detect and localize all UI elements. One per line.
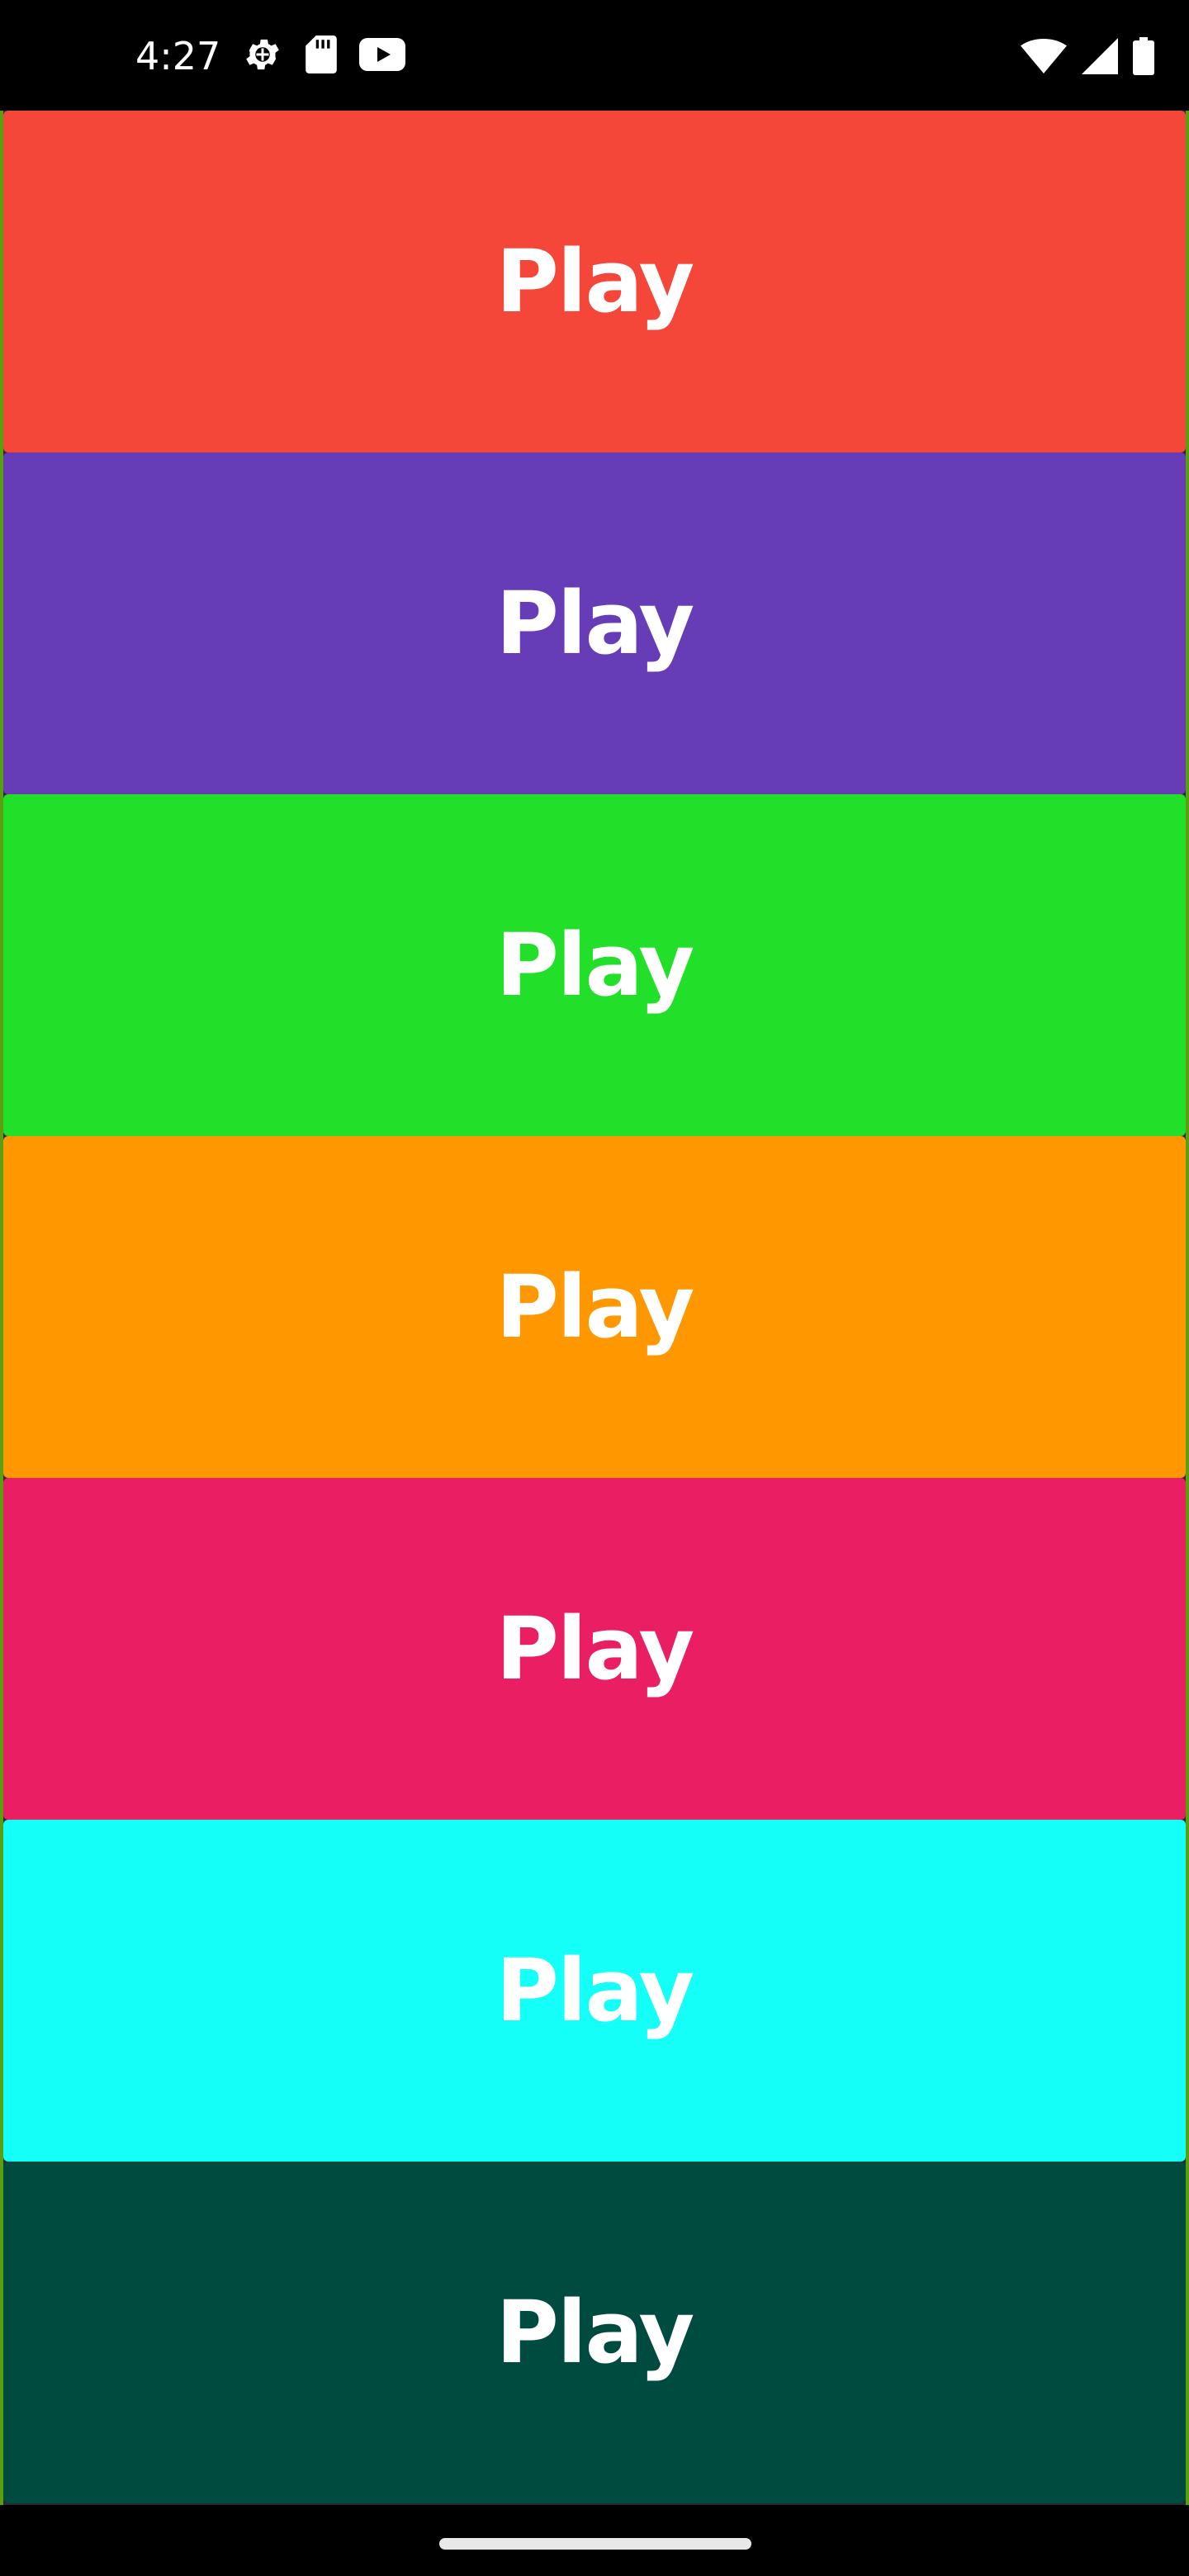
wifi-icon <box>1021 38 1067 78</box>
play-button[interactable]: Play <box>3 1820 1186 2162</box>
app-screen: 4:27 Play Play Play Play Play Play Play <box>0 0 1189 2576</box>
play-button-label: Play <box>495 2282 695 2383</box>
play-button[interactable]: Play <box>3 111 1186 452</box>
status-bar-left: 4:27 <box>135 30 427 83</box>
play-button-label: Play <box>495 1940 695 2041</box>
play-button-list: Play Play Play Play Play Play Play <box>0 111 1189 2505</box>
youtube-icon <box>359 37 406 75</box>
play-button[interactable]: Play <box>3 2162 1186 2503</box>
cell-signal-icon <box>1082 37 1118 78</box>
status-bar: 4:27 <box>0 0 1189 111</box>
play-button[interactable]: Play <box>3 1478 1186 1820</box>
navigation-bar <box>0 2505 1189 2576</box>
sd-card-icon <box>305 35 338 78</box>
play-button[interactable]: Play <box>3 794 1186 1136</box>
play-button-label: Play <box>495 915 695 1016</box>
battery-icon <box>1133 36 1154 79</box>
settings-gear-icon <box>242 34 283 79</box>
play-button[interactable]: Play <box>3 1136 1186 1478</box>
play-button-label: Play <box>495 231 695 332</box>
play-button-label: Play <box>495 573 695 674</box>
status-bar-right <box>1021 33 1154 83</box>
gesture-handle[interactable] <box>439 2538 751 2550</box>
play-button[interactable]: Play <box>3 452 1186 794</box>
play-button-label: Play <box>495 1257 695 1357</box>
play-button-label: Play <box>495 1598 695 1699</box>
status-time: 4:27 <box>135 34 221 78</box>
